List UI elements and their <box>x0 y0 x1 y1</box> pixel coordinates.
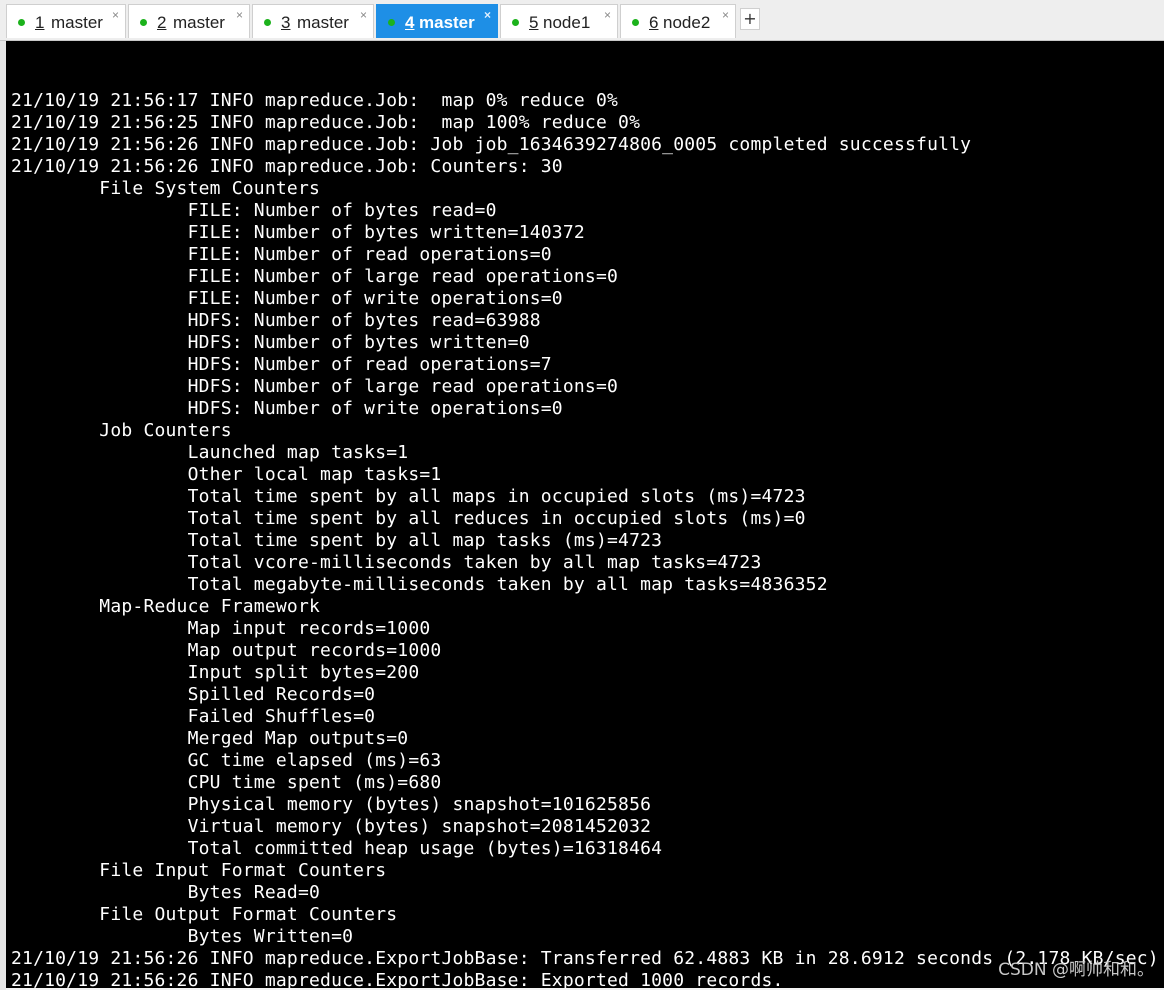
terminal-line: FILE: Number of read operations=0 <box>11 244 552 265</box>
terminal-line: FILE: Number of write operations=0 <box>11 288 563 309</box>
terminal-line: 21/10/19 21:56:26 INFO mapreduce.ExportJ… <box>11 970 784 988</box>
terminal-line: Total committed heap usage (bytes)=16318… <box>11 838 663 859</box>
terminal-line: 21/10/19 21:56:26 INFO mapreduce.Job: Jo… <box>11 134 972 155</box>
terminal-line: File Output Format Counters <box>11 904 398 925</box>
terminal-line: Other local map tasks=1 <box>11 464 442 485</box>
terminal-line: FILE: Number of bytes read=0 <box>11 200 497 221</box>
terminal-line: 21/10/19 21:56:26 INFO mapreduce.ExportJ… <box>11 948 1159 969</box>
close-tab-icon[interactable]: × <box>722 9 729 21</box>
terminal-line: File Input Format Counters <box>11 860 387 881</box>
terminal-line: FILE: Number of bytes written=140372 <box>11 222 585 243</box>
terminal-line: Total time spent by all reduces in occup… <box>11 508 806 529</box>
terminal-line: Total megabyte-milliseconds taken by all… <box>11 574 828 595</box>
close-tab-icon[interactable]: × <box>112 9 119 21</box>
terminal-line: CPU time spent (ms)=680 <box>11 772 442 793</box>
terminal-app: 1 master × 2 master × 3 master × 4 maste… <box>0 0 1164 990</box>
terminal-line: Failed Shuffles=0 <box>11 706 376 727</box>
terminal-line: 21/10/19 21:56:17 INFO mapreduce.Job: ma… <box>11 90 619 111</box>
tab-number: 6 <box>649 13 659 32</box>
csdn-watermark: CSDN @啊帅和和。 <box>998 960 1154 980</box>
terminal-line: File System Counters <box>11 178 321 199</box>
tab-label: master <box>419 13 475 32</box>
terminal-line: Map input records=1000 <box>11 618 431 639</box>
tab-5-node1[interactable]: 5 node1 × <box>500 4 618 38</box>
terminal-text: 21/10/19 21:56:17 INFO mapreduce.Job: ma… <box>11 46 1159 988</box>
terminal-line: HDFS: Number of large read operations=0 <box>11 376 619 397</box>
tab-6-node2[interactable]: 6 node2 × <box>620 4 736 38</box>
terminal-line: Map-Reduce Framework <box>11 596 321 617</box>
terminal-line: HDFS: Number of read operations=7 <box>11 354 552 375</box>
terminal-line: Bytes Read=0 <box>11 882 321 903</box>
terminal-line: Total vcore-milliseconds taken by all ma… <box>11 552 762 573</box>
new-tab-button[interactable]: + <box>740 8 760 30</box>
tab-label: node1 <box>543 13 591 32</box>
terminal-line: 21/10/19 21:56:26 INFO mapreduce.Job: Co… <box>11 156 563 177</box>
connected-status-icon <box>18 19 25 26</box>
connected-status-icon <box>632 19 639 26</box>
terminal-line: Spilled Records=0 <box>11 684 376 705</box>
tab-number: 4 <box>405 13 415 32</box>
terminal-line: Total time spent by all map tasks (ms)=4… <box>11 530 663 551</box>
tab-number: 5 <box>529 13 539 32</box>
terminal-line: Total time spent by all maps in occupied… <box>11 486 806 507</box>
terminal-line: HDFS: Number of write operations=0 <box>11 398 563 419</box>
close-tab-icon[interactable]: × <box>604 9 611 21</box>
tab-2-master[interactable]: 2 master × <box>128 4 250 38</box>
connected-status-icon <box>264 19 271 26</box>
terminal-line: Physical memory (bytes) snapshot=1016258… <box>11 794 652 815</box>
tab-bar: 1 master × 2 master × 3 master × 4 maste… <box>0 0 1164 41</box>
terminal-line: 21/10/19 21:56:25 INFO mapreduce.Job: ma… <box>11 112 641 133</box>
terminal-output[interactable]: 21/10/19 21:56:17 INFO mapreduce.Job: ma… <box>6 41 1164 988</box>
terminal-line: HDFS: Number of bytes written=0 <box>11 332 530 353</box>
connected-status-icon <box>388 19 395 26</box>
terminal-line: Input split bytes=200 <box>11 662 420 683</box>
terminal-line: Job Counters <box>11 420 232 441</box>
tab-label: master <box>173 13 225 32</box>
terminal-line: Virtual memory (bytes) snapshot=20814520… <box>11 816 652 837</box>
tab-number: 3 <box>281 13 291 32</box>
tab-label: node2 <box>663 13 711 32</box>
connected-status-icon <box>512 19 519 26</box>
tab-label: master <box>297 13 349 32</box>
close-tab-icon[interactable]: × <box>236 9 243 21</box>
terminal-line: HDFS: Number of bytes read=63988 <box>11 310 541 331</box>
tab-number: 1 <box>35 13 45 32</box>
terminal-line: Merged Map outputs=0 <box>11 728 409 749</box>
close-tab-icon[interactable]: × <box>360 9 367 21</box>
terminal-line: GC time elapsed (ms)=63 <box>11 750 442 771</box>
terminal-line: Launched map tasks=1 <box>11 442 409 463</box>
tab-1-master[interactable]: 1 master × <box>6 4 126 38</box>
close-tab-icon[interactable]: × <box>484 9 491 21</box>
terminal-line: FILE: Number of large read operations=0 <box>11 266 619 287</box>
terminal-line: Bytes Written=0 <box>11 926 354 947</box>
tab-4-master[interactable]: 4 master × <box>376 4 498 38</box>
tab-number: 2 <box>157 13 167 32</box>
tab-3-master[interactable]: 3 master × <box>252 4 374 38</box>
terminal-line: Map output records=1000 <box>11 640 442 661</box>
tab-label: master <box>51 13 103 32</box>
connected-status-icon <box>140 19 147 26</box>
